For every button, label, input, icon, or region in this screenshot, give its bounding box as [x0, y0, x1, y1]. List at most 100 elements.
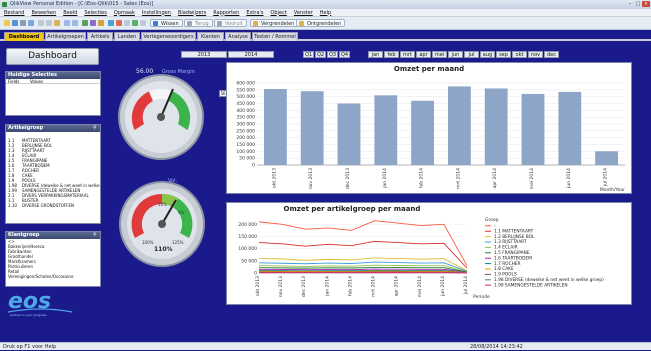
title-bar: QlikView Personal Edition - [C:\Eos-Qlik…	[0, 0, 651, 9]
legend-label[interactable]: 1.7 ROCHER	[494, 261, 521, 267]
omzet-per-maand-chart: Omzet per maand 050 000100 000150 000200…	[226, 62, 632, 194]
menu-beeld[interactable]: Beeld	[63, 10, 77, 16]
legend-label[interactable]: -	[494, 224, 496, 229]
new-object-icon[interactable]	[116, 20, 122, 26]
close-button[interactable]: ×	[642, 1, 650, 7]
year-2013[interactable]: 2013	[181, 51, 227, 58]
tab-landen[interactable]: Landen	[114, 32, 140, 41]
terug-button[interactable]: Terug	[184, 19, 213, 27]
month-dec[interactable]: dec	[544, 51, 559, 58]
bar-x-tick: mei 2014	[529, 168, 535, 189]
series-line[interactable]	[259, 241, 467, 268]
menu-object[interactable]: Object	[271, 10, 287, 16]
ontgrendelen-button[interactable]: Ontgrendelen	[296, 19, 345, 27]
tab-vertegenwoordigers[interactable]: Vertegenwoordigers	[141, 32, 196, 41]
search-icon[interactable]: ⚲	[93, 126, 98, 131]
save-icon[interactable]	[12, 20, 18, 26]
legend-label[interactable]: 1.2 BERLIJNSE BOL	[494, 234, 535, 240]
legend-label[interactable]: 1.9 POOLS	[494, 272, 517, 278]
menu-venster[interactable]: Venster	[294, 10, 313, 16]
legend-label[interactable]: 1.5 FRANGIPANE	[494, 250, 530, 256]
year-2014[interactable]: 2014	[228, 51, 274, 58]
bar-x-tick: mrt 2014	[455, 168, 461, 189]
month-jan[interactable]: jan	[368, 51, 383, 58]
legend-label[interactable]: 1.4 ECLAIR	[494, 245, 518, 251]
month-mrt[interactable]: mrt	[400, 51, 415, 58]
dashboard-title-button[interactable]: Dashboard	[6, 48, 99, 65]
legend-label[interactable]: 1.8 CAKE	[494, 266, 514, 272]
menu-selecties[interactable]: Selecties	[84, 10, 107, 16]
menu-instellingen[interactable]: Instellingen	[142, 10, 171, 16]
month-apr[interactable]: apr	[416, 51, 431, 58]
cut-icon[interactable]	[38, 20, 44, 26]
quarter-q4[interactable]: Q4	[339, 51, 350, 58]
sheet-properties-icon[interactable]	[108, 20, 114, 26]
edit-script-icon[interactable]	[90, 20, 96, 26]
legend-label[interactable]: 1.3 RIJSTTAART	[494, 239, 527, 245]
menu-bestand[interactable]: Bestand	[4, 10, 24, 16]
bar[interactable]	[374, 95, 397, 165]
klantgroep-item[interactable]: Verenigingen/Scholen/Occasione	[6, 274, 100, 279]
menu-opmaak[interactable]: Opmaak	[114, 10, 135, 16]
logo-tagline: partner in your progress	[10, 313, 46, 317]
open-folder-icon[interactable]	[4, 20, 10, 26]
bar[interactable]	[485, 88, 508, 165]
klantgroep-listbox: Klantgroep⚲ <>Bakkerijen/HorecaFabrikant…	[5, 231, 101, 287]
artikelgroep-item[interactable]: 3.10DIVERSE GRONDSTOFFEN	[6, 203, 100, 208]
line-x-tick: dec 2013	[301, 276, 307, 297]
month-nov[interactable]: nov	[528, 51, 543, 58]
wissen-button[interactable]: Wissen	[150, 19, 183, 27]
back-arrow-icon	[187, 21, 192, 26]
bar[interactable]	[301, 91, 324, 165]
month-okt[interactable]: okt	[512, 51, 527, 58]
star-bookmark-icon[interactable]	[132, 20, 138, 26]
tab-dashboard[interactable]: Dashboard	[4, 32, 44, 41]
menu-bladwijzers[interactable]: Bladwijzers	[178, 10, 206, 16]
tab-testen-rommel[interactable]: Testen / Rommel	[252, 32, 298, 41]
month-mei[interactable]: mei	[432, 51, 447, 58]
table-viewer-icon[interactable]	[98, 20, 104, 26]
vergrendelen-button[interactable]: Vergrendelen	[250, 19, 298, 27]
quarter-q2[interactable]: Q2	[315, 51, 326, 58]
quarter-q1[interactable]: Q1	[303, 51, 314, 58]
reload-icon[interactable]	[82, 20, 88, 26]
menu-rapporten[interactable]: Rapporten	[213, 10, 239, 16]
legend-label[interactable]: 1.98 DIVERSE (deweike & net weet in welk…	[494, 277, 604, 283]
paste-icon[interactable]	[54, 20, 60, 26]
legend-label[interactable]: 1.6 TAARTBODEM	[494, 255, 532, 261]
bar[interactable]	[338, 104, 361, 166]
month-sep[interactable]: sep	[496, 51, 511, 58]
legend-label[interactable]: 1.1 MATTENTAART	[494, 228, 534, 234]
bar[interactable]	[522, 94, 545, 165]
month-jul[interactable]: jul	[464, 51, 479, 58]
tab-klanten[interactable]: Klanten	[197, 32, 224, 41]
menu-bewerken[interactable]: Bewerken	[31, 10, 56, 16]
minimize-button[interactable]: –	[626, 1, 634, 7]
search-icon[interactable]: ⚲	[93, 233, 98, 238]
month-aug[interactable]: aug	[480, 51, 495, 58]
bar[interactable]	[411, 101, 434, 165]
quarter-q3[interactable]: Q3	[327, 51, 338, 58]
bar[interactable]	[448, 86, 471, 165]
bar[interactable]	[264, 89, 287, 165]
maximize-button[interactable]: □	[634, 1, 642, 7]
tab-analyse[interactable]: Analyse	[225, 32, 251, 41]
design-grid-icon[interactable]	[124, 20, 130, 26]
undo-icon[interactable]	[64, 20, 70, 26]
tab-artikelgroepen[interactable]: Artikelgroepen	[45, 32, 86, 41]
print-preview-icon[interactable]	[28, 20, 34, 26]
redo-icon[interactable]	[72, 20, 78, 26]
help-icon[interactable]	[140, 20, 146, 26]
menu-help[interactable]: Help	[320, 10, 331, 16]
bar[interactable]	[558, 92, 581, 165]
print-icon[interactable]	[20, 20, 26, 26]
month-jun[interactable]: jun	[448, 51, 463, 58]
bar-y-tick: 500 000	[236, 94, 255, 100]
legend-label[interactable]: 1.99 SAMENGESTELDE ARTIKELEN	[494, 282, 568, 288]
bar[interactable]	[595, 151, 618, 165]
menu-extras[interactable]: Extra's	[246, 10, 263, 16]
month-feb[interactable]: feb	[384, 51, 399, 58]
copy-icon[interactable]	[46, 20, 52, 26]
vooruit-button[interactable]: Vooruit	[214, 19, 247, 27]
tab-artikels[interactable]: Artikels	[87, 32, 113, 41]
